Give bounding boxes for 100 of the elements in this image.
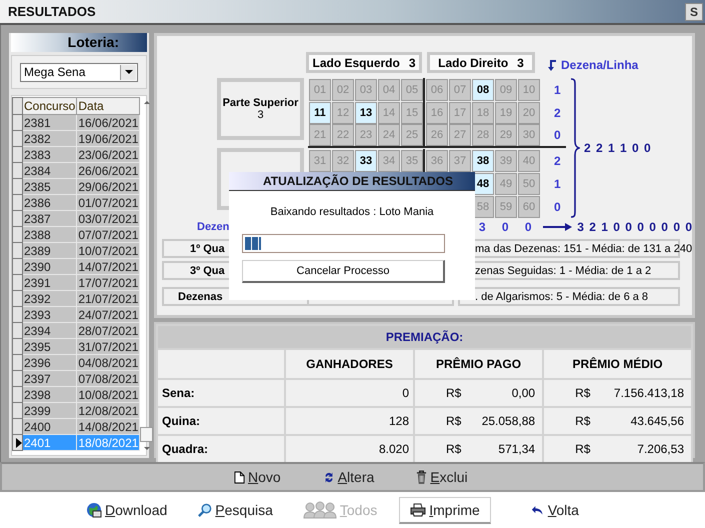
- right-arrow-icon: [543, 222, 574, 232]
- system-button[interactable]: S: [685, 2, 703, 20]
- table-row[interactable]: 2389 10/07/2021: [12, 242, 140, 258]
- table-cell: 2385: [22, 178, 77, 194]
- number-cell[interactable]: 17: [449, 102, 471, 124]
- number-cell[interactable]: 16: [426, 102, 448, 124]
- table-row[interactable]: 2382 19/06/2021: [12, 130, 140, 146]
- table-row[interactable]: 2388 07/07/2021: [12, 226, 140, 242]
- currency-label: R$: [575, 386, 590, 400]
- table-cell: 21/07/2021: [76, 290, 140, 306]
- number-cell[interactable]: 40: [518, 150, 540, 172]
- cancel-button[interactable]: Cancelar Processo: [242, 260, 445, 283]
- table-row[interactable]: 2387 03/07/2021: [12, 210, 140, 226]
- table-row[interactable]: 2395 31/07/2021: [12, 338, 140, 354]
- table-cell: 2382: [22, 130, 77, 146]
- table-row[interactable]: 2383 23/06/2021: [12, 146, 140, 162]
- part-label: Parte Superior: [222, 97, 298, 109]
- number-cell[interactable]: 59: [495, 196, 517, 218]
- table-row[interactable]: 2386 01/07/2021: [12, 194, 140, 210]
- number-cell[interactable]: 35: [401, 150, 423, 172]
- number-cell[interactable]: 25: [401, 124, 423, 146]
- number-cell[interactable]: 37: [449, 150, 471, 172]
- action-button[interactable]: Pesquisa: [197, 502, 273, 518]
- number-cell[interactable]: 60: [518, 196, 540, 218]
- number-cell[interactable]: 26: [426, 124, 448, 146]
- column-count: 3: [478, 220, 487, 234]
- lottery-dropdown[interactable]: Mega Sena: [20, 62, 138, 82]
- table-row[interactable]: 2397 07/08/2021: [12, 370, 140, 386]
- number-cell[interactable]: 50: [518, 172, 540, 194]
- table-cell: 28/07/2021: [76, 322, 140, 338]
- number-cell[interactable]: 30: [518, 124, 540, 146]
- number-cell[interactable]: 29: [495, 124, 517, 146]
- number-cell[interactable]: 08: [472, 78, 494, 100]
- prize-title: PREMIAÇÃO:: [157, 325, 692, 349]
- number-cell[interactable]: 18: [472, 102, 494, 124]
- table-row[interactable]: 2390 14/07/2021: [12, 258, 140, 274]
- scroll-thumb[interactable]: [140, 427, 154, 442]
- table-row[interactable]: 2401 18/08/2021: [12, 434, 140, 450]
- table-cell: 07/08/2021: [76, 370, 140, 386]
- number-cell[interactable]: 21: [309, 124, 331, 146]
- table-row[interactable]: 2400 14/08/2021: [12, 418, 140, 434]
- number-cell[interactable]: 11: [309, 102, 331, 124]
- number-cell[interactable]: 01: [309, 78, 331, 100]
- number-cell[interactable]: 12: [332, 102, 354, 124]
- action-button[interactable]: Imprime: [399, 496, 491, 524]
- number-cell[interactable]: 39: [495, 150, 517, 172]
- side-label: Lado Esquerdo: [312, 56, 400, 70]
- table-cell: 10/08/2021: [76, 386, 140, 402]
- action-button[interactable]: Volta: [530, 502, 579, 518]
- number-cell[interactable]: 27: [449, 124, 471, 146]
- table-cell: 2399: [22, 402, 77, 418]
- number-cell[interactable]: 31: [309, 150, 331, 172]
- action-button[interactable]: Download: [86, 502, 168, 518]
- number-cell[interactable]: 36: [426, 150, 448, 172]
- number-cell[interactable]: 05: [401, 78, 423, 100]
- table-row[interactable]: 2391 17/07/2021: [12, 274, 140, 290]
- number-cell[interactable]: 24: [378, 124, 400, 146]
- printer-icon: [410, 502, 426, 516]
- number-cell[interactable]: 22: [332, 124, 354, 146]
- table-row[interactable]: 2396 04/08/2021: [12, 354, 140, 370]
- number-cell[interactable]: 20: [518, 102, 540, 124]
- number-cell[interactable]: 23: [355, 124, 377, 146]
- toolbar-button[interactable]: Altera: [322, 469, 374, 485]
- stat-label: 1º Qua: [189, 242, 225, 254]
- money-value: 43.645,56: [630, 414, 684, 428]
- table-row[interactable]: 2384 26/06/2021: [12, 162, 140, 178]
- number-cell[interactable]: 49: [495, 172, 517, 194]
- number-cell[interactable]: 13: [355, 102, 377, 124]
- table-cell: 14/08/2021: [76, 418, 140, 434]
- number-cell[interactable]: 38: [472, 150, 494, 172]
- row-label: Quadra:: [157, 435, 285, 463]
- number-cell[interactable]: 14: [378, 102, 400, 124]
- stat-text: . de Algarismos: 5 - Média: de 6 a 8: [474, 290, 648, 302]
- number-cell[interactable]: 06: [426, 78, 448, 100]
- number-cell[interactable]: 07: [449, 78, 471, 100]
- table-row[interactable]: 2392 21/07/2021: [12, 290, 140, 306]
- number-cell[interactable]: 32: [332, 150, 354, 172]
- table-cell: 07/07/2021: [76, 226, 140, 242]
- column-header: Concurso: [22, 98, 77, 114]
- number-cell[interactable]: 15: [401, 102, 423, 124]
- number-cell[interactable]: 28: [472, 124, 494, 146]
- toolbar-button[interactable]: Exclui: [416, 469, 468, 485]
- table-row[interactable]: 2394 28/07/2021: [12, 322, 140, 338]
- table-row[interactable]: 2381 16/06/2021: [12, 114, 140, 130]
- arrows-icon: [322, 470, 335, 484]
- table-row[interactable]: 2398 10/08/2021: [12, 386, 140, 402]
- number-cell[interactable]: 33: [355, 150, 377, 172]
- number-cell[interactable]: 09: [495, 78, 517, 100]
- toolbar-button[interactable]: Novo: [234, 469, 281, 485]
- lottery-label: Loteria:: [11, 33, 147, 52]
- table-row[interactable]: 2399 12/08/2021: [12, 402, 140, 418]
- table-row[interactable]: 2393 24/07/2021: [12, 306, 140, 322]
- search-icon: [197, 502, 212, 518]
- number-cell[interactable]: 19: [495, 102, 517, 124]
- number-cell[interactable]: 03: [355, 78, 377, 100]
- number-cell[interactable]: 02: [332, 78, 354, 100]
- number-cell[interactable]: 10: [518, 78, 540, 100]
- number-cell[interactable]: 34: [378, 150, 400, 172]
- table-row[interactable]: 2385 29/06/2021: [12, 178, 140, 194]
- number-cell[interactable]: 04: [378, 78, 400, 100]
